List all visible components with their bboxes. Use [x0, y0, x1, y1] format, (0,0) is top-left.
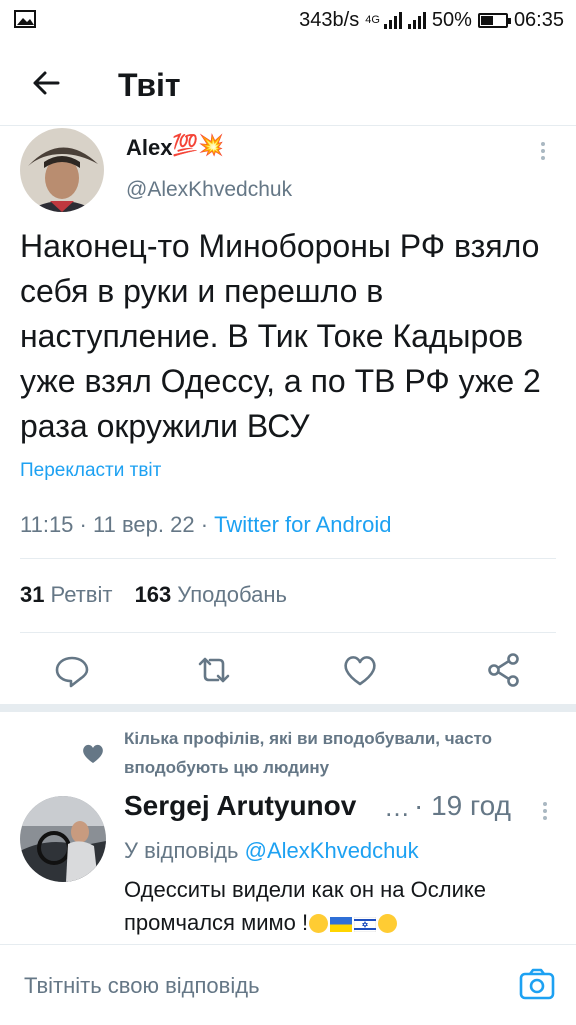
tweet-metadata: 11:15 · 11 вер. 22 · Twitter for Android — [20, 512, 392, 537]
reply-author-avatar[interactable] — [20, 796, 106, 882]
network-speed: 343b/s — [299, 8, 360, 31]
reply-composer[interactable]: Твітніть свою відповідь — [0, 944, 576, 1025]
translate-tweet-link[interactable]: Перекласти твіт — [20, 460, 161, 482]
retweet-count[interactable]: 31 — [20, 582, 44, 607]
reply-input-placeholder[interactable]: Твітніть свою відповідь — [24, 973, 260, 999]
name-truncation: … — [384, 792, 410, 822]
replying-to: У відповідь @AlexKhvedchuk — [124, 838, 419, 863]
thinking-emoji-icon — [378, 914, 398, 933]
network-type: 4G — [365, 14, 380, 26]
thinking-emoji-icon — [309, 914, 329, 933]
battery-percent: 50% — [431, 8, 472, 31]
tweet-actions — [0, 640, 576, 700]
reply-icon[interactable] — [52, 650, 92, 690]
reply-text: Одесситы видели как он на Ослике промчал… — [124, 877, 486, 935]
camera-icon[interactable] — [518, 967, 556, 1001]
section-separator — [0, 704, 576, 712]
author-name[interactable]: Alex — [126, 135, 172, 161]
reply-time: · 19 год — [414, 790, 511, 821]
retweet-icon[interactable] — [194, 650, 234, 690]
reply-author-name[interactable]: Sergej Arutyunov — [124, 790, 356, 822]
ukraine-flag-icon — [330, 917, 353, 932]
tweet-source-link[interactable]: Twitter for Android — [214, 512, 391, 537]
divider — [20, 558, 556, 559]
tweet-date: 11 вер. 22 — [93, 512, 195, 537]
retweet-label[interactable]: Ретвіт — [50, 582, 112, 607]
back-arrow-icon[interactable] — [28, 65, 64, 101]
page-title: Твіт — [118, 67, 181, 103]
status-bar: 343b/s 4G 50% 06:35 — [0, 0, 576, 40]
divider — [20, 632, 556, 633]
clock: 06:35 — [513, 8, 564, 31]
author-name-emoji: 💯💥 — [172, 134, 225, 157]
reply-more-options-icon[interactable] — [540, 802, 550, 824]
top-app-bar: Твіт — [0, 45, 576, 126]
replying-to-handle[interactable]: @AlexKhvedchuk — [245, 838, 419, 863]
social-context-text: Кілька профілів, які ви вподобували, час… — [124, 729, 493, 777]
share-icon[interactable] — [484, 650, 524, 690]
like-icon[interactable] — [340, 650, 380, 690]
israel-flag-icon — [354, 917, 377, 932]
gallery-notification-icon — [14, 10, 36, 28]
like-label[interactable]: Уподобань — [177, 582, 287, 607]
author-avatar[interactable] — [20, 128, 104, 212]
heart-icon — [83, 744, 103, 763]
signal-icon-2 — [407, 11, 426, 29]
tweet-stats: 31 Ретвіт 163 Уподобань — [20, 582, 287, 608]
tweet-time: 11:15 — [20, 512, 74, 537]
author-handle[interactable]: @AlexKhvedchuk — [126, 178, 292, 202]
battery-icon — [477, 12, 511, 28]
signal-icon — [383, 11, 402, 29]
like-count[interactable]: 163 — [135, 582, 172, 607]
more-options-icon[interactable] — [538, 142, 548, 164]
tweet-text: Наконец-то Минобороны РФ взяло себя в ру… — [20, 228, 541, 444]
